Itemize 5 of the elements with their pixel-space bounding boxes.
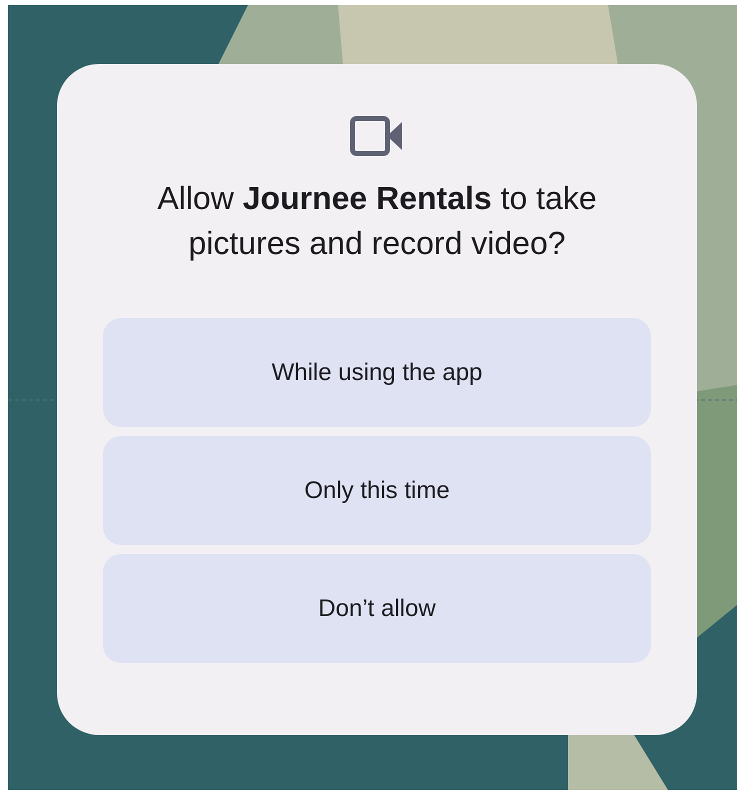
permission-button[interactable]: While using the app [103,318,651,427]
video-camera-icon [350,116,404,156]
permission-button[interactable]: Only this time [103,436,651,545]
dialog-title: Allow Journee Rentals to take pictures and record video? [156,179,598,263]
permission-button[interactable]: Don’t allow [103,554,651,663]
